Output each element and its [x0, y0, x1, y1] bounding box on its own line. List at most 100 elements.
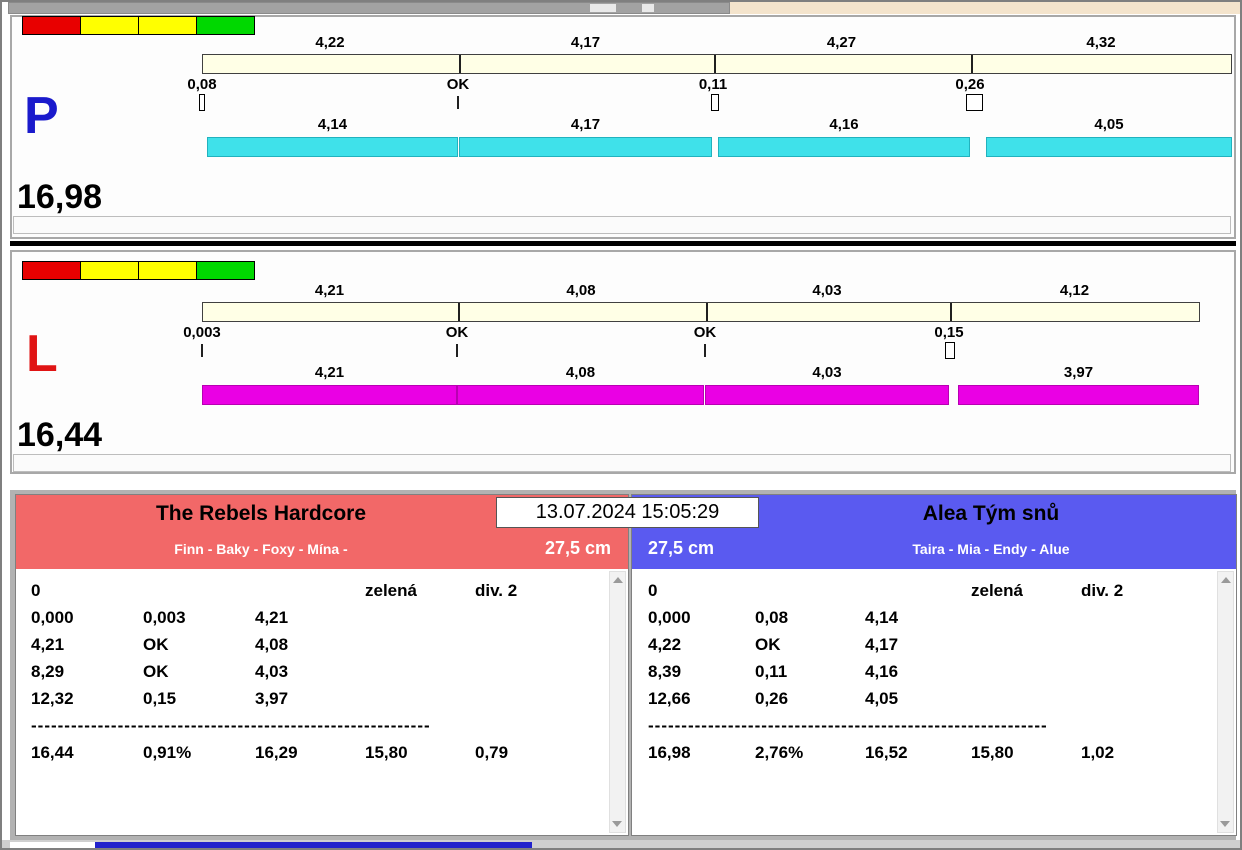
p-dog-split-label: 4,17: [459, 116, 712, 133]
cell-empty: [1081, 689, 1201, 716]
cell: 0,000: [31, 608, 143, 635]
cell-empty: [475, 608, 595, 635]
p-dog-split-label: 4,16: [718, 116, 970, 133]
l-crossing-mark: [201, 344, 203, 357]
bar-tick: [971, 55, 973, 73]
p-crossing-mark: [457, 96, 459, 109]
cell: 4,22: [648, 635, 755, 662]
lane-total-p: 16,98: [17, 178, 102, 217]
p-crossing-mark: [199, 94, 205, 111]
p-crossing-mark: [711, 94, 719, 111]
l-crossing-mark: [456, 344, 458, 357]
bar-tick: [706, 303, 708, 321]
scroll-down-icon[interactable]: [612, 821, 622, 827]
l-dog-split-label: 4,03: [705, 364, 949, 381]
cell-empty: [1081, 608, 1201, 635]
p-judge-time-bar: [202, 54, 1232, 74]
p-crossing-label: 0,26: [922, 76, 1018, 93]
l-crossing-label: OK: [409, 324, 505, 341]
cell-empty: [365, 689, 475, 716]
background-window-titlebar: [8, 2, 730, 14]
l-crossing-label: OK: [657, 324, 753, 341]
cell-empty: [1081, 635, 1201, 662]
cell-empty: [475, 689, 595, 716]
p-dog-bar-segment: [986, 137, 1232, 157]
scrollbar-left[interactable]: [609, 571, 626, 833]
cell-empty: [971, 689, 1081, 716]
jump-height-right: 27,5 cm: [648, 538, 714, 559]
scroll-up-icon[interactable]: [613, 577, 623, 583]
start-light-yellow2-icon: [138, 16, 197, 35]
cell: 16,98: [648, 743, 755, 770]
team-dogs-right: Taira - Mia - Endy - Alue: [744, 541, 1238, 557]
l-crossing-mark: [945, 342, 955, 359]
bar-tick: [714, 55, 716, 73]
cell: 16,44: [31, 743, 143, 770]
l-crossing-label: 0,15: [901, 324, 997, 341]
taskbar-white-segment: [10, 842, 95, 850]
scrollbar-right[interactable]: [1217, 571, 1234, 833]
p-crossing-label: 0,11: [665, 76, 761, 93]
cell-empty: [365, 662, 475, 689]
p-crossing-label: 0,08: [154, 76, 250, 93]
cell: 4,08: [255, 635, 365, 662]
cell: 0,000: [648, 608, 755, 635]
cell: 0,003: [143, 608, 255, 635]
p-dog-split-label: 4,14: [207, 116, 458, 133]
bar-tick: [459, 55, 461, 73]
cell: 0,91%: [143, 743, 255, 770]
cell-empty: [475, 635, 595, 662]
cell: 8,29: [31, 662, 143, 689]
cell-empty: [971, 635, 1081, 662]
cell: div. 2: [475, 581, 595, 608]
l-crossing-label: 0,003: [154, 324, 250, 341]
background-window-notch: [590, 4, 616, 12]
scroll-down-icon[interactable]: [1220, 821, 1230, 827]
cell: 3,97: [255, 689, 365, 716]
p-dog-bar-segment: [718, 137, 970, 157]
team-panel-left: The Rebels Hardcore Finn - Baky - Foxy -…: [15, 494, 629, 836]
cell: 0,11: [755, 662, 865, 689]
l-dog-bar-segment: [457, 385, 704, 405]
p-crossing-mark: [966, 94, 983, 111]
cell-empty: [971, 608, 1081, 635]
bar-tick: [950, 303, 952, 321]
cell: 4,21: [255, 608, 365, 635]
cell-empty: [365, 608, 475, 635]
cell: div. 2: [1081, 581, 1201, 608]
l-judge-split-label: 4,12: [949, 282, 1200, 299]
scroll-up-icon[interactable]: [1221, 577, 1231, 583]
l-judge-split-label: 4,03: [705, 282, 949, 299]
l-dog-bar-segment: [705, 385, 949, 405]
start-light-red-icon: [22, 261, 81, 280]
cell-empty: [755, 581, 865, 608]
p-dog-bar-segment: [207, 137, 458, 157]
results-table-left: 0 zelená div. 2 0,000 0,003 4,21 4,21 OK…: [31, 581, 595, 770]
cell-empty: [255, 581, 365, 608]
cell: 4,05: [865, 689, 971, 716]
p-dog-split-label: 4,05: [986, 116, 1232, 133]
app-window: 4,22 4,17 4,27 4,32 0,08 OK 0,11 0,26 4,…: [0, 0, 1242, 850]
p-judge-split-label: 4,22: [202, 34, 458, 51]
lane-letter-l: L: [26, 330, 58, 379]
cell-empty: [365, 635, 475, 662]
l-dog-split-label: 4,21: [202, 364, 457, 381]
p-judge-split-label: 4,17: [458, 34, 713, 51]
results-table-right: 0 zelená div. 2 0,000 0,08 4,14 4,22 OK …: [648, 581, 1201, 770]
cell: 0: [648, 581, 755, 608]
l-crossing-mark: [704, 344, 706, 357]
cell: 4,16: [865, 662, 971, 689]
cell: 8,39: [648, 662, 755, 689]
p-crossing-label: OK: [410, 76, 506, 93]
start-light-yellow2-icon: [138, 261, 197, 280]
cell: 12,32: [31, 689, 143, 716]
start-light-red-icon: [22, 16, 81, 35]
cell: 0,26: [755, 689, 865, 716]
team-name-left: The Rebels Hardcore: [16, 502, 506, 526]
l-judge-split-label: 4,08: [457, 282, 705, 299]
cell: 16,52: [865, 743, 971, 770]
cell: zelená: [365, 581, 475, 608]
p-dog-bar-segment: [459, 137, 712, 157]
l-status-strip: [13, 454, 1231, 472]
table-separator: ----------------------------------------…: [31, 716, 453, 743]
